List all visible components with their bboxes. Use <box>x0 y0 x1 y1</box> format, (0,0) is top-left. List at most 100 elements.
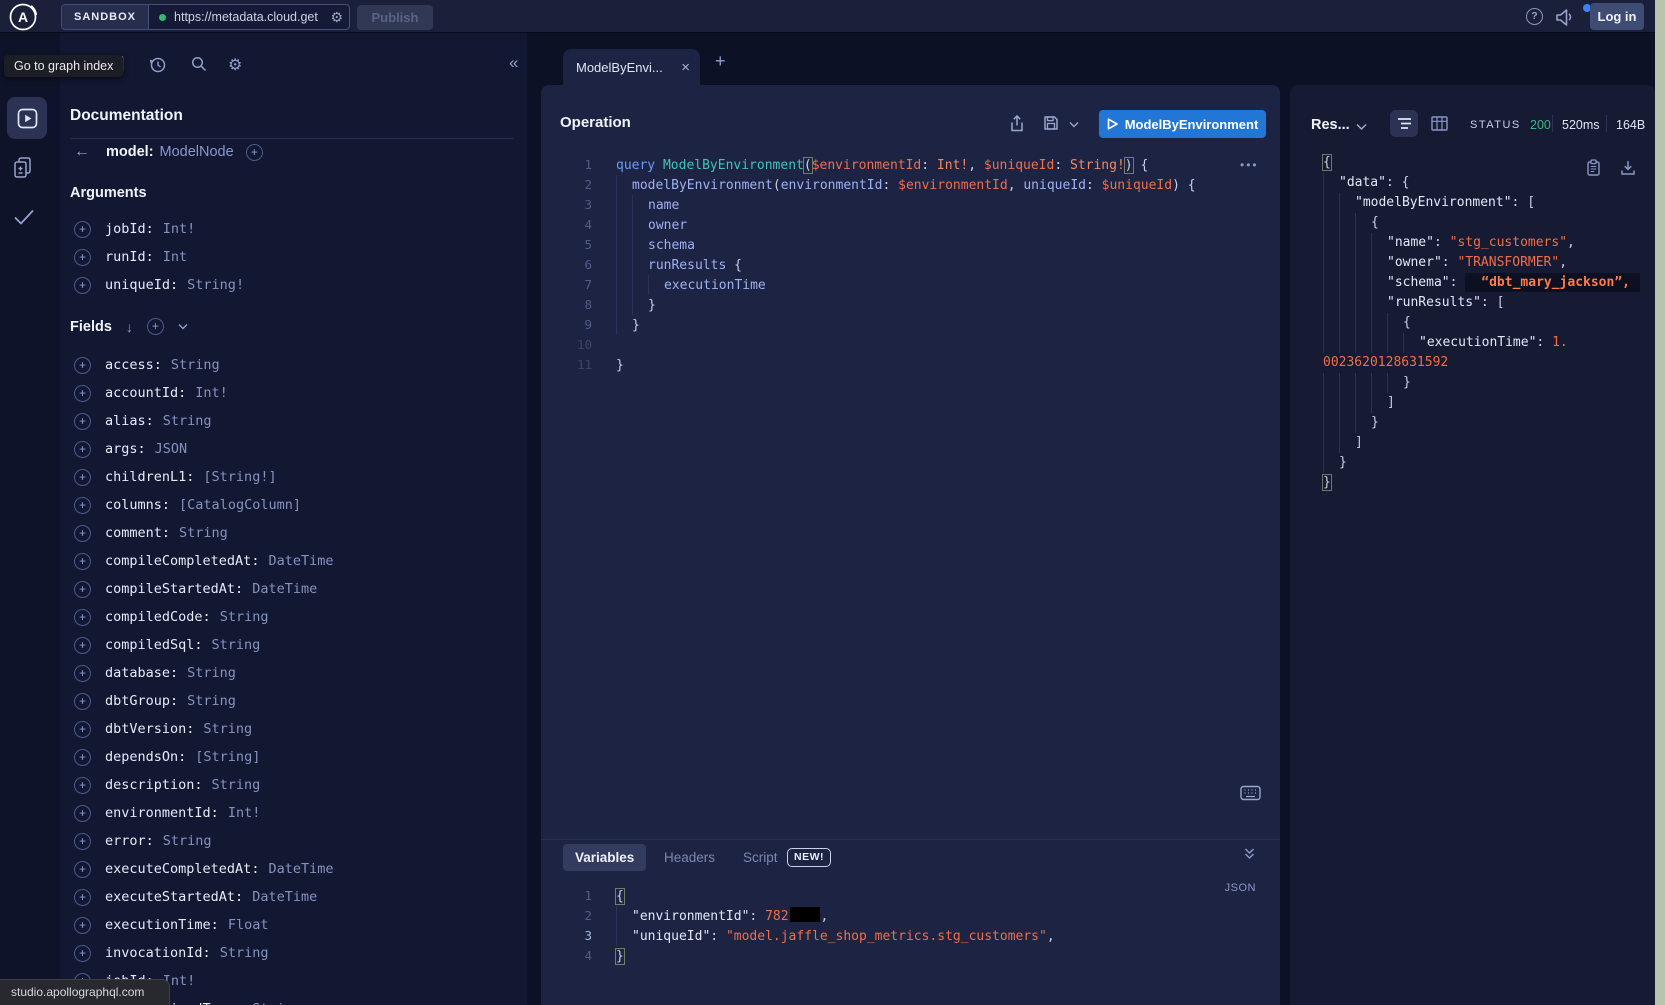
add-field-plus-icon[interactable]: + <box>74 945 91 962</box>
field-type[interactable]: DateTime <box>252 889 317 905</box>
field-type[interactable]: String <box>179 525 228 541</box>
field-type[interactable]: String <box>220 609 269 625</box>
field-row[interactable]: + executeStartedAt DateTime <box>60 883 527 911</box>
add-type-plus-icon[interactable]: + <box>246 144 263 161</box>
field-type[interactable]: String <box>212 777 261 793</box>
field-name[interactable]: args <box>105 441 146 457</box>
field-row[interactable]: + args JSON <box>60 435 527 463</box>
field-type[interactable]: Int! <box>228 805 261 821</box>
explorer-nav-item[interactable] <box>7 97 47 139</box>
field-name[interactable]: error <box>105 833 154 849</box>
field-type[interactable]: String <box>187 693 236 709</box>
tab-script[interactable]: Script <box>743 844 778 871</box>
add-field-plus-icon[interactable]: + <box>74 249 91 266</box>
field-type[interactable]: DateTime <box>268 861 333 877</box>
field-row[interactable]: + compiledCode String <box>60 603 527 631</box>
field-name[interactable]: comment <box>105 525 170 541</box>
field-name[interactable]: accountId <box>105 385 186 401</box>
field-row[interactable]: + compiledSql String <box>60 631 527 659</box>
add-field-plus-icon[interactable]: + <box>74 469 91 486</box>
field-row[interactable]: + access String <box>60 351 527 379</box>
save-chevron-down-icon[interactable] <box>1069 121 1079 128</box>
field-type[interactable]: Float <box>228 917 269 933</box>
add-field-plus-icon[interactable]: + <box>74 357 91 374</box>
field-type[interactable]: String <box>220 945 269 961</box>
run-operation-button[interactable]: ModelByEnvironment <box>1099 110 1266 138</box>
field-name[interactable]: dependsOn <box>105 749 186 765</box>
share-icon[interactable] <box>1009 115 1025 132</box>
add-field-plus-icon[interactable]: + <box>74 861 91 878</box>
argument-name[interactable]: jobId <box>105 221 154 237</box>
login-button[interactable]: Log in <box>1590 3 1644 30</box>
help-icon[interactable]: ? <box>1526 8 1543 25</box>
field-name[interactable]: columns <box>105 497 170 513</box>
field-type[interactable]: String <box>163 413 212 429</box>
field-type[interactable]: [CatalogColumn] <box>179 497 301 513</box>
add-field-plus-icon[interactable]: + <box>74 497 91 514</box>
add-field-plus-icon[interactable]: + <box>74 749 91 766</box>
add-field-plus-icon[interactable]: + <box>74 777 91 794</box>
field-name[interactable]: dbtVersion <box>105 721 194 737</box>
field-row[interactable]: + compileStartedAt DateTime <box>60 575 527 603</box>
add-field-plus-icon[interactable]: + <box>74 581 91 598</box>
field-row[interactable]: + invocationId String <box>60 939 527 967</box>
history-clock-icon[interactable] <box>148 55 167 74</box>
field-name[interactable]: access <box>105 357 162 373</box>
add-field-plus-icon[interactable]: + <box>74 889 91 906</box>
field-name[interactable]: compiledCode <box>105 609 211 625</box>
field-type[interactable]: [String] <box>195 749 260 765</box>
tree-view-toggle[interactable] <box>1390 110 1418 137</box>
keyboard-shortcuts-icon[interactable] <box>1240 785 1261 801</box>
add-field-plus-icon[interactable]: + <box>74 693 91 710</box>
field-name[interactable]: executeStartedAt <box>105 889 243 905</box>
field-row[interactable]: + accountId Int! <box>60 379 527 407</box>
field-name[interactable]: executionTime <box>105 917 219 933</box>
checks-nav-item[interactable] <box>12 207 36 227</box>
sort-down-arrow-icon[interactable]: ↓ <box>126 319 133 335</box>
apollo-logo-icon[interactable]: A <box>8 2 38 32</box>
field-type[interactable]: DateTime <box>268 553 333 569</box>
argument-row[interactable]: + jobId Int! <box>60 215 527 243</box>
field-type[interactable]: String <box>171 357 220 373</box>
operation-tab[interactable]: ModelByEnvi... × <box>563 49 700 85</box>
field-type[interactable]: String <box>252 1001 301 1005</box>
collapse-panel-icon[interactable]: « <box>509 53 518 73</box>
field-name[interactable]: childrenL1 <box>105 469 194 485</box>
add-field-plus-icon[interactable]: + <box>74 525 91 542</box>
field-type[interactable]: Int! <box>195 385 228 401</box>
field-name[interactable]: compiledSql <box>105 637 203 653</box>
field-row[interactable]: + alias String <box>60 407 527 435</box>
field-row[interactable]: + dbtGroup String <box>60 687 527 715</box>
add-field-plus-icon[interactable]: + <box>74 221 91 238</box>
field-type[interactable]: DateTime <box>252 581 317 597</box>
save-icon[interactable] <box>1043 115 1059 131</box>
field-row[interactable]: + dependsOn [String] <box>60 743 527 771</box>
field-row[interactable]: + error String <box>60 827 527 855</box>
add-field-plus-icon[interactable]: + <box>74 553 91 570</box>
tab-headers[interactable]: Headers <box>664 844 715 871</box>
add-field-plus-icon[interactable]: + <box>74 637 91 654</box>
new-tab-plus-icon[interactable]: + <box>715 51 726 72</box>
field-row[interactable]: + description String <box>60 771 527 799</box>
add-field-plus-icon[interactable]: + <box>74 833 91 850</box>
field-row[interactable]: + database String <box>60 659 527 687</box>
field-row[interactable]: + dbtVersion String <box>60 715 527 743</box>
tab-variables[interactable]: Variables <box>563 844 646 871</box>
field-type[interactable]: String <box>203 721 252 737</box>
field-row[interactable]: + executionTime Float <box>60 911 527 939</box>
graphql-query-editor[interactable]: 1query ModelByEnvironment($environmentId… <box>541 155 1276 375</box>
search-icon[interactable] <box>190 55 208 73</box>
field-name[interactable]: compileStartedAt <box>105 581 243 597</box>
field-name[interactable]: executeCompletedAt <box>105 861 259 877</box>
argument-type[interactable]: Int! <box>163 221 196 237</box>
field-row[interactable]: + comment String <box>60 519 527 547</box>
add-field-plus-icon[interactable]: + <box>74 917 91 934</box>
back-arrow-icon[interactable]: ← <box>74 143 98 161</box>
publish-button[interactable]: Publish <box>357 5 433 30</box>
add-field-plus-icon[interactable]: + <box>74 441 91 458</box>
response-json-viewer[interactable]: {"data": {"modelByEnvironment": [{"name"… <box>1290 153 1655 493</box>
field-row[interactable]: + childrenL1 [String!] <box>60 463 527 491</box>
add-field-plus-icon[interactable]: + <box>74 413 91 430</box>
add-field-plus-icon[interactable]: + <box>74 609 91 626</box>
add-field-plus-icon[interactable]: + <box>74 805 91 822</box>
